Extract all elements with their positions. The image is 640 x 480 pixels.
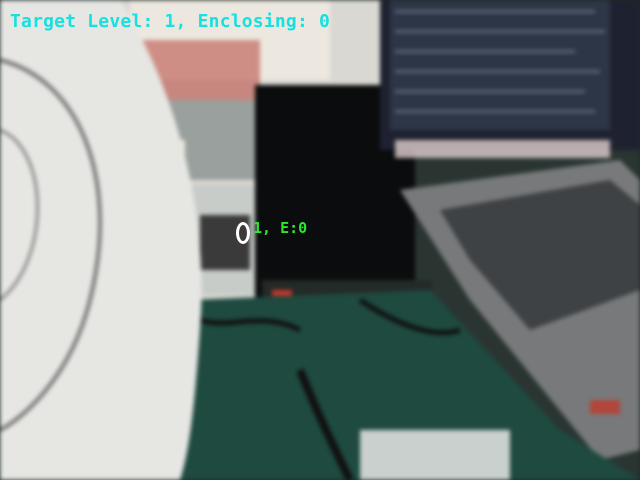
camera-frame: Target Level: 1, Enclosing: 0 1, E:0 bbox=[0, 0, 640, 480]
target-marker-label: 1, E:0 bbox=[253, 219, 308, 237]
target-marker-ellipse bbox=[236, 222, 250, 244]
target-level-readout: Target Level: 1, Enclosing: 0 bbox=[10, 11, 331, 32]
camera-scene bbox=[0, 0, 640, 480]
white-object bbox=[360, 430, 510, 480]
